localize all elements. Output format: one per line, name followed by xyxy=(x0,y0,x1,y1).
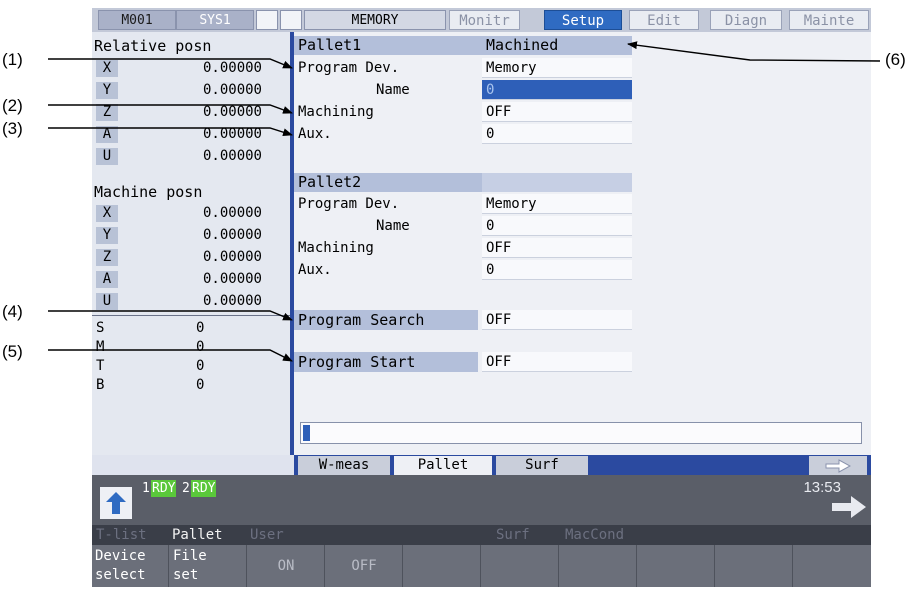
leader-1 xyxy=(48,58,293,69)
leader-5 xyxy=(48,349,293,362)
leader-6 xyxy=(627,41,881,62)
leader-4 xyxy=(48,310,293,321)
callout-leader-lines xyxy=(48,41,881,362)
leader-2 xyxy=(48,104,293,114)
leader-3 xyxy=(48,127,293,137)
